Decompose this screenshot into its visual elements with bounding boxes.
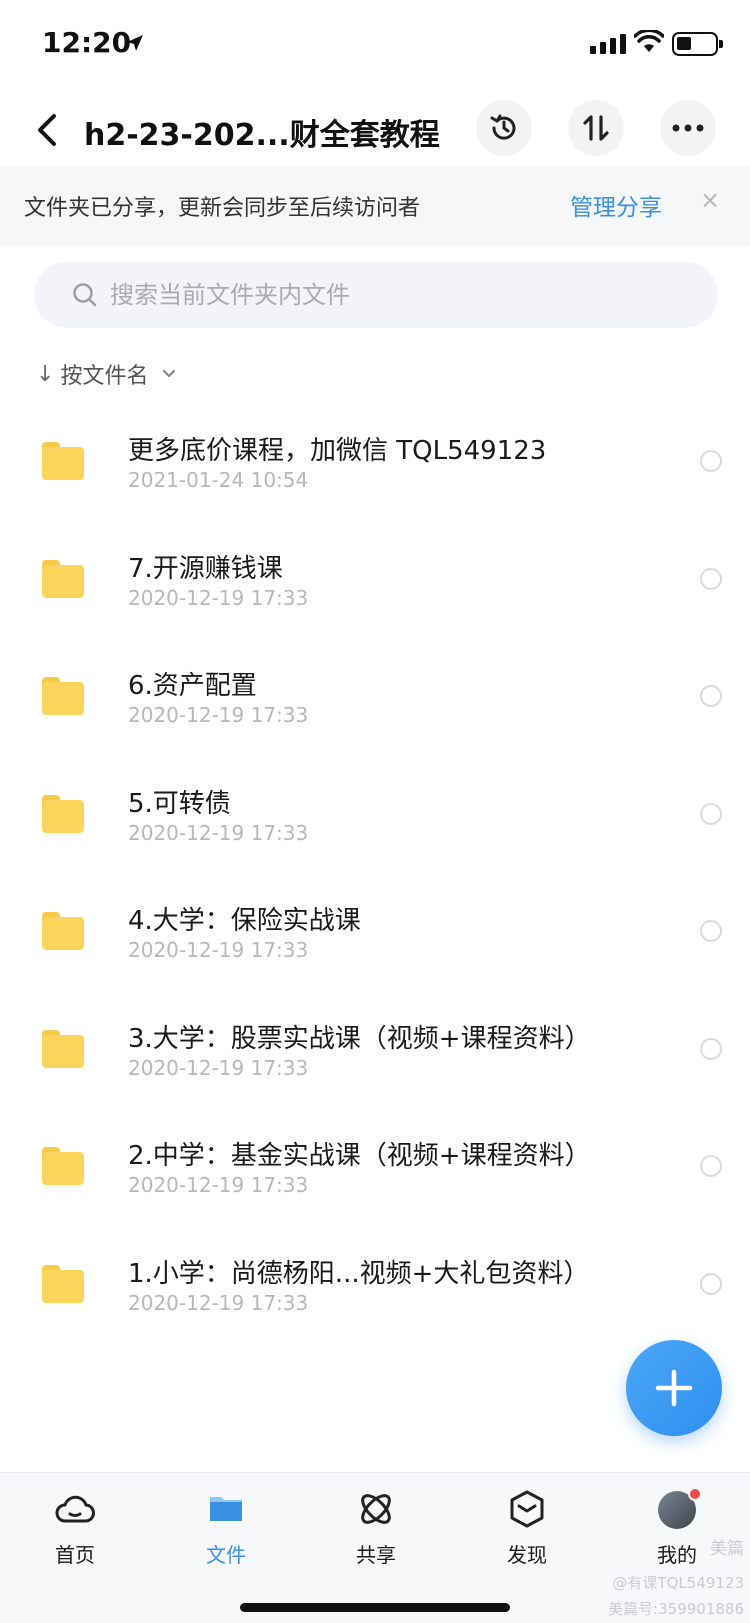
folder-icon <box>42 677 84 715</box>
select-radio[interactable] <box>700 450 722 472</box>
transfer-button[interactable] <box>568 100 624 156</box>
manage-share-link[interactable]: 管理分享 <box>570 188 662 222</box>
file-date: 2020-12-19 17:33 <box>128 1290 309 1315</box>
list-item[interactable]: 7.开源赚钱课 2020-12-19 17:33 <box>0 530 750 648</box>
add-button[interactable] <box>626 1340 722 1436</box>
tab-discover-label: 发现 <box>507 1543 547 1567</box>
list-item[interactable]: 3.大学：股票实战课（视频+课程资料） 2020-12-19 17:33 <box>0 1000 750 1118</box>
search-icon <box>73 283 97 307</box>
watermark-line1: @有课TQL549123 <box>612 1574 744 1592</box>
notification-dot <box>688 1487 702 1501</box>
select-radio[interactable] <box>700 1155 722 1177</box>
tab-home[interactable]: 首页 <box>20 1487 130 1568</box>
close-banner-button[interactable]: × <box>700 186 720 214</box>
folder-icon <box>42 1029 84 1068</box>
sort-selector[interactable]: ↓ 按文件名 <box>36 358 176 390</box>
watermark-line2: 美篇号:359901886 <box>608 1600 744 1618</box>
select-radio[interactable] <box>700 802 722 825</box>
file-name: 更多底价课程，加微信 TQL549123 <box>128 436 547 466</box>
share-notice-text: 文件夹已分享，更新会同步至后续访问者 <box>24 196 421 221</box>
file-name: 5.可转债 <box>128 788 231 819</box>
status-bar: 12:20 <box>0 0 750 90</box>
file-name: 6.资产配置 <box>128 671 257 701</box>
tab-discover[interactable]: 发现 <box>472 1487 582 1568</box>
select-radio[interactable] <box>700 1272 722 1295</box>
transfer-icon <box>583 115 609 141</box>
folder-icon <box>42 1264 84 1303</box>
file-date: 2020-12-19 17:33 <box>128 703 309 727</box>
share-banner: 文件夹已分享，更新会同步至后续访问者 管理分享 × <box>0 166 750 246</box>
status-time: 12:20 <box>42 26 132 59</box>
tab-files[interactable]: 文件 <box>171 1487 281 1568</box>
chevron-down-icon <box>163 369 176 378</box>
page-title: h2-23-202...财全套教程 <box>84 118 440 153</box>
tab-share[interactable]: 共享 <box>321 1487 431 1568</box>
more-icon <box>672 124 704 132</box>
list-item[interactable]: 2.中学：基金实战课（视频+课程资料） 2020-12-19 17:33 <box>0 1117 750 1235</box>
file-date: 2020-12-19 17:33 <box>128 1055 309 1080</box>
header: h2-23-202...财全套教程 <box>0 90 750 166</box>
folder-icon <box>42 559 84 598</box>
list-item[interactable]: 更多底价课程，加微信 TQL549123 2021-01-24 10:54 <box>0 412 750 530</box>
cellular-signal-icon <box>590 34 626 54</box>
cloud-icon <box>55 1495 95 1523</box>
folder-icon <box>42 1147 84 1185</box>
avatar <box>622 1487 732 1531</box>
more-button[interactable] <box>660 100 716 156</box>
list-item[interactable]: 4.大学：保险实战课 2020-12-19 17:33 <box>0 882 750 1000</box>
history-icon <box>490 114 516 140</box>
file-name: 4.大学：保险实战课 <box>128 906 361 936</box>
watermark-brand: 美篇 <box>710 1539 744 1559</box>
history-button[interactable] <box>476 100 532 156</box>
search-input[interactable] <box>110 276 690 314</box>
folder-icon <box>42 442 84 480</box>
file-name: 1.小学：尚德杨阳...视频+大礼包资料） <box>128 1258 590 1289</box>
home-indicator <box>240 1603 510 1612</box>
folder-icon <box>42 794 84 833</box>
select-radio[interactable] <box>700 920 722 942</box>
search-box[interactable] <box>34 262 718 328</box>
file-date: 2020-12-19 17:33 <box>128 1173 309 1197</box>
file-date: 2020-12-19 17:33 <box>128 820 309 845</box>
tab-files-label: 文件 <box>206 1543 246 1567</box>
atom-icon <box>361 1494 391 1524</box>
list-item[interactable]: 1.小学：尚德杨阳...视频+大礼包资料） 2020-12-19 17:33 <box>0 1235 750 1353</box>
back-icon[interactable] <box>30 110 66 150</box>
file-date: 2020-12-19 17:33 <box>128 938 309 962</box>
file-list: 更多底价课程，加微信 TQL549123 2021-01-24 10:54 7.… <box>0 412 750 1352</box>
file-name: 2.中学：基金实战课（视频+课程资料） <box>128 1141 591 1171</box>
tab-share-label: 共享 <box>356 1543 396 1567</box>
select-radio[interactable] <box>700 567 722 590</box>
select-radio[interactable] <box>700 1037 722 1060</box>
file-name: 3.大学：股票实战课（视频+课程资料） <box>128 1023 591 1054</box>
tab-home-label: 首页 <box>55 1543 95 1567</box>
file-date: 2020-12-19 17:33 <box>128 585 309 610</box>
file-date: 2021-01-24 10:54 <box>128 468 309 492</box>
file-name: 7.开源赚钱课 <box>128 553 283 584</box>
select-radio[interactable] <box>700 685 722 707</box>
sort-direction-icon: ↓ <box>36 361 55 387</box>
battery-icon <box>672 32 723 56</box>
location-arrow-icon <box>127 35 143 51</box>
plus-icon <box>655 1369 693 1407</box>
list-item[interactable]: 6.资产配置 2020-12-19 17:33 <box>0 647 750 765</box>
sort-label: 按文件名 <box>60 364 149 389</box>
list-item[interactable]: 5.可转债 2020-12-19 17:33 <box>0 765 750 883</box>
cube-icon <box>510 1490 544 1528</box>
wifi-icon <box>634 30 664 52</box>
folder-icon <box>210 1497 242 1521</box>
folder-icon <box>42 912 84 950</box>
